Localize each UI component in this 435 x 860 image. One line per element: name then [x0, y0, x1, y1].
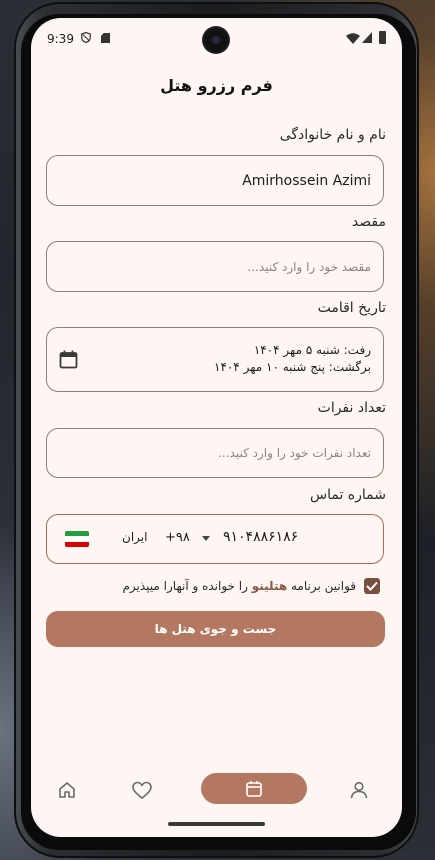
nav-favorites[interactable] — [128, 770, 156, 810]
nav-profile[interactable] — [345, 770, 373, 810]
terms-brand[interactable]: هتلینو — [252, 579, 287, 593]
nav-bookings[interactable] — [201, 773, 307, 804]
iran-flag-icon — [65, 531, 89, 547]
signal-icon — [362, 32, 372, 43]
shield-icon — [81, 32, 91, 43]
name-value: Amirhossein Azimi — [242, 172, 371, 189]
stay-date-label: تاریخ اقامت — [317, 300, 386, 316]
checkmark-icon — [366, 581, 378, 591]
phone-label: شماره تماس — [310, 487, 386, 503]
destination-placeholder: مقصد خود را وارد کنید... — [247, 259, 371, 274]
nav-home[interactable] — [53, 770, 81, 810]
heart-icon — [132, 781, 152, 800]
departure-date: رفت: شنبه ۵ مهر ۱۴۰۴ — [253, 343, 371, 357]
phone-number: ۹۱۰۴۸۸۶۱۸۶ — [223, 529, 299, 545]
return-date: برگشت: پنج شنبه ۱۰ مهر ۱۴۰۴ — [214, 360, 371, 374]
terms-row: قوانین برنامه هتلینو را خوانده و آنهارا … — [122, 578, 380, 594]
calendar-icon[interactable] — [59, 350, 78, 369]
battery-icon — [379, 31, 386, 44]
terms-checkbox[interactable] — [364, 578, 380, 594]
destination-label: مقصد — [351, 214, 386, 230]
stay-date-field[interactable]: رفت: شنبه ۵ مهر ۱۴۰۴ برگشت: پنج شنبه ۱۰ … — [46, 327, 384, 392]
guests-label: تعداد نفرات — [317, 400, 386, 416]
stay-date-lines: رفت: شنبه ۵ مهر ۱۴۰۴ برگشت: پنج شنبه ۱۰ … — [214, 342, 371, 376]
guests-placeholder: تعداد نفرات خود را وارد کنید... — [218, 446, 371, 460]
front-camera — [204, 28, 228, 52]
country-code[interactable]: +۹۸ — [165, 530, 190, 545]
country-name: ایران — [122, 530, 148, 544]
home-indicator[interactable] — [168, 822, 265, 826]
calendar-icon — [246, 780, 262, 797]
name-field[interactable]: Amirhossein Azimi — [46, 155, 384, 206]
status-time: 9:39 — [47, 32, 74, 46]
destination-field[interactable]: مقصد خود را وارد کنید... — [46, 241, 384, 292]
search-hotels-button[interactable]: جست و جوی هتل ها — [46, 611, 385, 647]
wifi-icon — [346, 33, 360, 44]
bottom-nav — [31, 770, 402, 810]
name-label: نام و نام خانوادگی — [279, 127, 386, 143]
app-screen: 9:39 فرم رزرو هتل نام و نام خانوادگی Ami… — [31, 18, 402, 837]
status-bar: 9:39 — [31, 18, 402, 62]
terms-suffix: را خوانده و آنهارا میپذیرم — [122, 579, 248, 593]
guests-field[interactable]: تعداد نفرات خود را وارد کنید... — [46, 428, 384, 478]
sd-card-icon — [101, 33, 110, 43]
home-icon — [59, 782, 75, 798]
terms-text: قوانین برنامه هتلینو را خوانده و آنهارا … — [122, 579, 356, 593]
page-title: فرم رزرو هتل — [160, 76, 273, 95]
profile-icon — [350, 781, 368, 799]
chevron-down-icon[interactable] — [202, 536, 210, 541]
terms-prefix: قوانین برنامه — [291, 579, 356, 593]
phone-field[interactable]: ۹۱۰۴۸۸۶۱۸۶ +۹۸ ایران — [46, 514, 384, 564]
